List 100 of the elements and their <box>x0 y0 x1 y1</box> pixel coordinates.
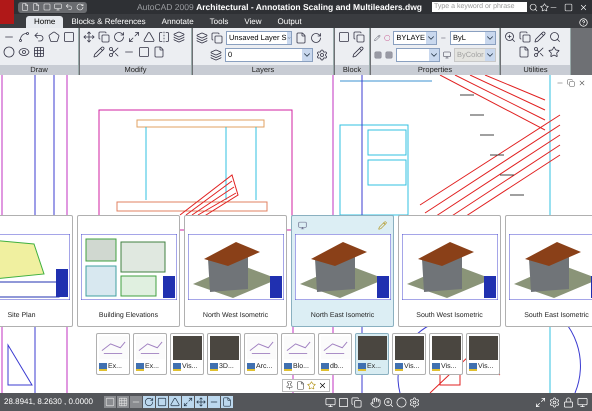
settings-icon[interactable] <box>549 396 560 408</box>
osnap-icon[interactable] <box>156 396 168 408</box>
gear-icon[interactable] <box>316 49 328 61</box>
ribbon-tab[interactable]: Tools <box>202 16 236 28</box>
model-icon[interactable] <box>325 396 336 408</box>
photo-placeholder <box>394 336 424 360</box>
zoom-icon[interactable] <box>504 31 516 43</box>
trim-icon[interactable] <box>108 46 120 58</box>
star-icon[interactable] <box>548 46 560 58</box>
create-block-icon[interactable] <box>353 31 365 43</box>
hatch-icon[interactable] <box>33 46 45 58</box>
layout-icon[interactable] <box>351 396 362 408</box>
view-icon <box>358 362 366 371</box>
dropdown-caret-icon <box>426 32 436 44</box>
screen-icon[interactable] <box>577 396 588 408</box>
layer-icon[interactable] <box>210 49 222 61</box>
photo-placeholder <box>468 336 498 360</box>
triangle-icon[interactable] <box>143 31 155 43</box>
view-icon <box>395 362 403 371</box>
view-icon <box>247 362 255 371</box>
edit-block-icon[interactable] <box>352 46 364 58</box>
view-icon <box>321 362 329 371</box>
pencil-icon[interactable] <box>93 46 105 58</box>
wheel-icon[interactable] <box>396 396 407 408</box>
mirror-icon[interactable] <box>158 31 170 43</box>
dropdown-caret-icon <box>302 49 312 61</box>
lock-icon[interactable] <box>563 396 574 408</box>
move-icon[interactable] <box>83 31 95 43</box>
dropdown-caret-icon <box>286 32 291 44</box>
copy-clip-icon[interactable] <box>519 31 531 43</box>
quick-properties-icon[interactable] <box>221 396 233 408</box>
new-file-icon[interactable] <box>21 3 30 11</box>
close-icon[interactable] <box>318 381 327 390</box>
print-icon[interactable] <box>54 3 62 11</box>
site-plan-drawing <box>0 234 70 300</box>
circle-icon[interactable] <box>3 46 15 58</box>
plot-icon[interactable] <box>298 220 307 230</box>
pin-icon[interactable] <box>285 381 294 390</box>
window-title: AutoCAD 2009 Architectural - Annotation Scaling and Multileaders.dwg <box>137 0 422 14</box>
close-icon[interactable] <box>578 79 586 87</box>
ribbon-tab[interactable]: View <box>236 16 270 28</box>
new-layout-icon[interactable] <box>296 381 305 390</box>
pan-icon[interactable] <box>370 396 381 408</box>
zoom-icon[interactable] <box>383 396 394 408</box>
cut-icon[interactable] <box>533 46 545 58</box>
copy-icon[interactable] <box>98 31 110 43</box>
undo-icon[interactable] <box>65 3 74 11</box>
layer-icon[interactable] <box>295 32 307 44</box>
photo-placeholder <box>432 336 460 360</box>
edit-icon[interactable] <box>534 31 546 43</box>
ribbon-tab[interactable]: Blocks & References <box>63 16 154 28</box>
layout-icon[interactable] <box>338 396 349 408</box>
rectangle-icon[interactable] <box>63 31 75 43</box>
search-icon[interactable] <box>549 31 561 43</box>
photo-placeholder <box>358 336 386 360</box>
fillet-icon[interactable] <box>138 46 150 58</box>
arc-icon[interactable] <box>33 31 45 43</box>
dropdown-caret-icon <box>485 49 495 61</box>
publish-icon[interactable] <box>378 220 387 230</box>
polyline-icon[interactable] <box>18 31 30 43</box>
scale-icon[interactable] <box>128 31 140 43</box>
open-icon[interactable] <box>32 3 40 11</box>
dropdown-caret-icon <box>429 49 439 61</box>
redo-icon[interactable] <box>76 3 84 11</box>
view-icon <box>136 362 144 371</box>
save-icon[interactable] <box>43 3 52 11</box>
rotate-icon[interactable] <box>113 31 125 43</box>
coordinates: 28.8941, 8.2630 , 0.0000 <box>4 396 94 408</box>
plot-style-icon[interactable] <box>443 49 451 61</box>
explode-icon[interactable] <box>153 46 165 58</box>
view-icon <box>99 362 107 371</box>
view-icon <box>210 362 218 371</box>
layer-states-icon[interactable] <box>211 32 223 44</box>
match-properties-icon[interactable] <box>374 32 381 44</box>
insert-icon[interactable] <box>338 31 350 43</box>
lineweight-icon[interactable] <box>208 396 220 408</box>
color-wheel-icon[interactable] <box>384 32 390 44</box>
search-icon[interactable] <box>529 2 538 12</box>
layer-icon[interactable] <box>310 32 322 44</box>
array-icon[interactable] <box>173 31 185 43</box>
maximize-icon[interactable] <box>564 2 573 12</box>
ribbon-tab[interactable]: Annotate <box>154 16 202 28</box>
view-icon <box>432 362 440 371</box>
dyn-icon[interactable] <box>195 396 207 408</box>
otrack-icon[interactable] <box>169 396 181 408</box>
annotation-scale-icon[interactable] <box>535 396 546 408</box>
pentagon-icon[interactable] <box>48 31 60 43</box>
paste-icon[interactable] <box>518 46 530 58</box>
ducs-icon[interactable] <box>182 396 194 408</box>
polar-icon[interactable] <box>143 396 155 408</box>
ribbon-tab[interactable]: Output <box>270 16 310 28</box>
view-icon <box>284 362 292 371</box>
help-icon[interactable] <box>579 18 588 27</box>
photo-placeholder <box>172 336 202 360</box>
layers-icon[interactable] <box>196 32 208 44</box>
ribbon-tab[interactable]: Home <box>26 16 64 28</box>
view-icon <box>469 362 477 371</box>
view-icon <box>173 362 181 371</box>
restore-icon[interactable] <box>567 79 575 87</box>
dropdown-caret-icon <box>485 32 496 44</box>
